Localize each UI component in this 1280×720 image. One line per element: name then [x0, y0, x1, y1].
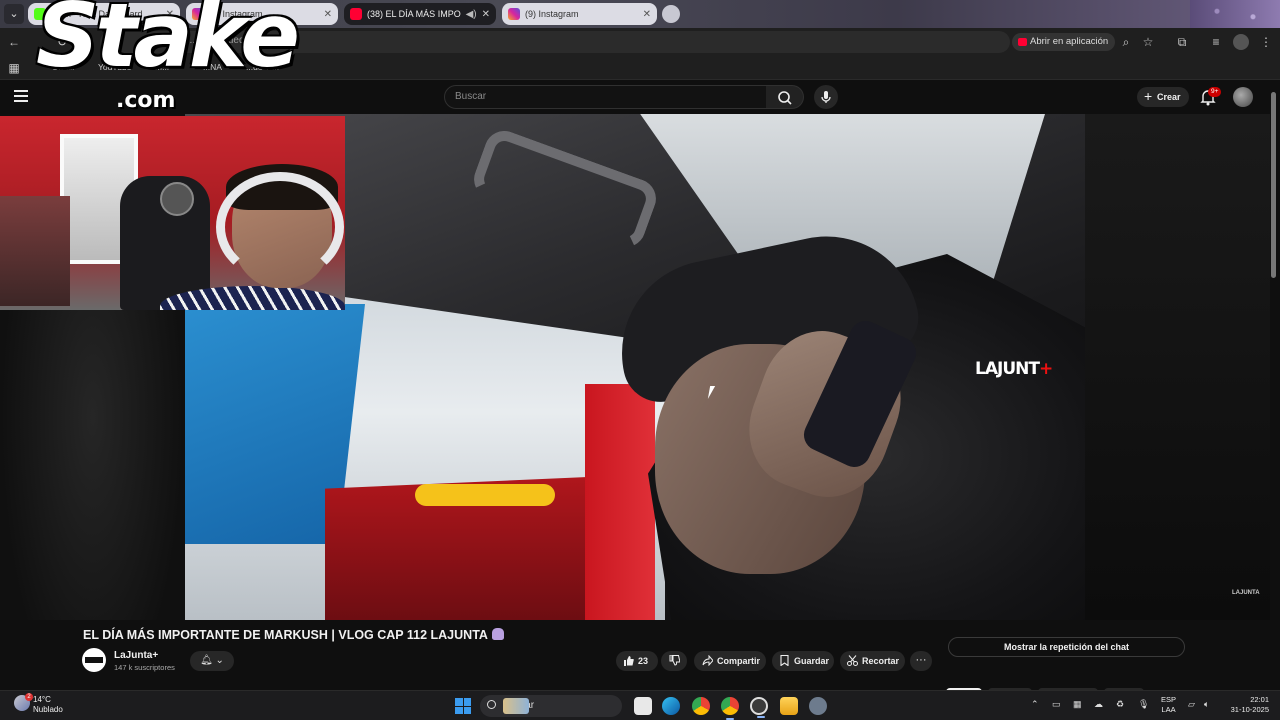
stake-logo-suffix: .com: [116, 88, 176, 113]
tab-close-icon[interactable]: ✕: [324, 9, 332, 20]
browser-tab-instagram-2[interactable]: (9) Instagram ✕: [502, 3, 657, 25]
bookmark-icon: [779, 653, 790, 667]
tab-title: (38) EL DÍA MÁS IMPORTA...: [367, 9, 461, 19]
menu-hamburger-icon[interactable]: [14, 90, 28, 102]
search-icon: [487, 700, 496, 709]
stake-logo-overlay: Stake .com: [36, 0, 300, 113]
media-controls-icon[interactable]: ≡: [1208, 34, 1224, 50]
tab-title: (9) Instagram: [525, 9, 579, 19]
windows-taskbar: 14°C Nublado Buscar ⌃ ▭ ▦ ☁ ♻ 🎙︎ ESPLAA …: [0, 690, 1280, 720]
edge-icon[interactable]: [662, 697, 680, 715]
lajunta-watermark: LAJUNT+: [975, 359, 1053, 379]
scissors-icon: [847, 653, 858, 666]
browser-tab-youtube[interactable]: (38) EL DÍA MÁS IMPORTA... ◀) ✕: [344, 3, 496, 25]
clock[interactable]: 22:01 31-10-2025: [1225, 695, 1269, 715]
dislike-button[interactable]: [661, 651, 687, 671]
apps-grid-icon[interactable]: ▦: [6, 60, 22, 76]
create-button[interactable]: Crear: [1137, 86, 1189, 107]
more-actions-button[interactable]: ···: [910, 651, 932, 671]
tray-app-icon-4[interactable]: ♻: [1116, 699, 1124, 710]
share-arrow-icon: [702, 653, 714, 667]
like-count: 23: [638, 656, 649, 666]
profile-avatar[interactable]: [1233, 34, 1249, 50]
windows-start-icon[interactable]: [455, 698, 471, 714]
tray-app-icon-3[interactable]: ☁: [1094, 699, 1103, 710]
tray-app-icon-2[interactable]: ▦: [1073, 699, 1082, 710]
thumbs-down-icon: [669, 653, 680, 666]
webcam-shelf: [0, 196, 70, 306]
clip-button[interactable]: Recortar: [840, 651, 905, 671]
page-scrollbar[interactable]: [1271, 92, 1276, 278]
search-input[interactable]: Buscar: [444, 85, 768, 109]
zoom-icon[interactable]: ⌕: [1118, 34, 1134, 50]
back-arrow-icon[interactable]: ←: [6, 34, 22, 50]
microphone-tray-icon[interactable]: 🎙︎: [1138, 699, 1149, 710]
voice-search-button[interactable]: [814, 85, 838, 109]
network-icon[interactable]: ▱: [1188, 699, 1195, 710]
weather-temperature[interactable]: 14°C: [33, 695, 51, 704]
video-grab-handle: [468, 125, 662, 253]
show-chat-replay-button[interactable]: Mostrar la repetición del chat: [948, 637, 1185, 657]
lajunta-corner-watermark: LAJUNTA: [1232, 590, 1260, 596]
chrome-active-icon[interactable]: [721, 697, 739, 720]
save-button[interactable]: Guardar: [772, 651, 834, 671]
language-indicator[interactable]: ESP LAA: [1161, 695, 1176, 715]
taskbar-search-box[interactable]: Buscar: [480, 695, 622, 717]
new-tab-button[interactable]: [662, 5, 680, 23]
tray-app-icon-1[interactable]: ▭: [1052, 699, 1061, 710]
task-view-icon[interactable]: [634, 697, 652, 715]
chair-logo-icon: [160, 182, 194, 216]
youtube-icon: [350, 8, 362, 20]
share-button[interactable]: Compartir: [694, 651, 766, 671]
account-avatar[interactable]: [1233, 87, 1253, 107]
headphones-icon: [216, 172, 344, 282]
tab-search-menu-button[interactable]: ⌄: [4, 4, 24, 24]
search-placeholder: Buscar: [455, 91, 487, 102]
thumbs-up-icon: [623, 653, 634, 666]
video-red-pillar: [585, 384, 655, 620]
extensions-icon[interactable]: ⧉: [1174, 34, 1190, 50]
browser-menu-icon[interactable]: ⋮: [1258, 34, 1274, 50]
weather-condition[interactable]: Nublado: [33, 705, 63, 714]
open-in-app-button[interactable]: Abrir en aplicación: [1012, 33, 1116, 51]
like-button[interactable]: 23: [616, 651, 658, 671]
weather-icon[interactable]: [14, 693, 33, 711]
tray-overflow-chevron-icon[interactable]: ⌃: [1031, 699, 1039, 710]
channel-avatar[interactable]: [82, 648, 106, 672]
stake-logo-word: Stake: [36, 0, 300, 87]
bookmark-star-icon[interactable]: ☆: [1140, 34, 1156, 50]
tab-close-icon[interactable]: ✕: [643, 9, 651, 20]
search-button[interactable]: [766, 85, 804, 109]
video-yellow-sign: [415, 484, 555, 506]
obs-icon[interactable]: [750, 697, 768, 718]
microphone-icon: [821, 91, 831, 103]
settings-gear-icon[interactable]: [809, 697, 827, 715]
webcam-overlay: [0, 116, 345, 310]
search-icon: [778, 91, 792, 105]
player-blur-right: [1085, 114, 1270, 620]
subscriber-count: 147 k suscriptores: [114, 663, 175, 672]
audio-playing-icon[interactable]: ◀): [466, 9, 477, 20]
channel-name[interactable]: LaJunta+: [114, 650, 158, 661]
search-highlight-art: [503, 698, 529, 714]
praying-hands-icon: [491, 628, 504, 640]
notification-count-badge: 9+: [1208, 87, 1222, 97]
tab-close-icon[interactable]: ✕: [482, 9, 490, 20]
chrome-icon[interactable]: [692, 697, 710, 715]
instagram-icon: [508, 8, 520, 20]
subscription-bell-button[interactable]: 🔔︎ ⌄: [190, 651, 234, 671]
file-explorer-icon[interactable]: [780, 697, 798, 715]
volume-icon[interactable]: 🔈︎: [1204, 699, 1209, 710]
video-title: EL DÍA MÁS IMPORTANTE DE MARKUSH | VLOG …: [83, 628, 504, 642]
